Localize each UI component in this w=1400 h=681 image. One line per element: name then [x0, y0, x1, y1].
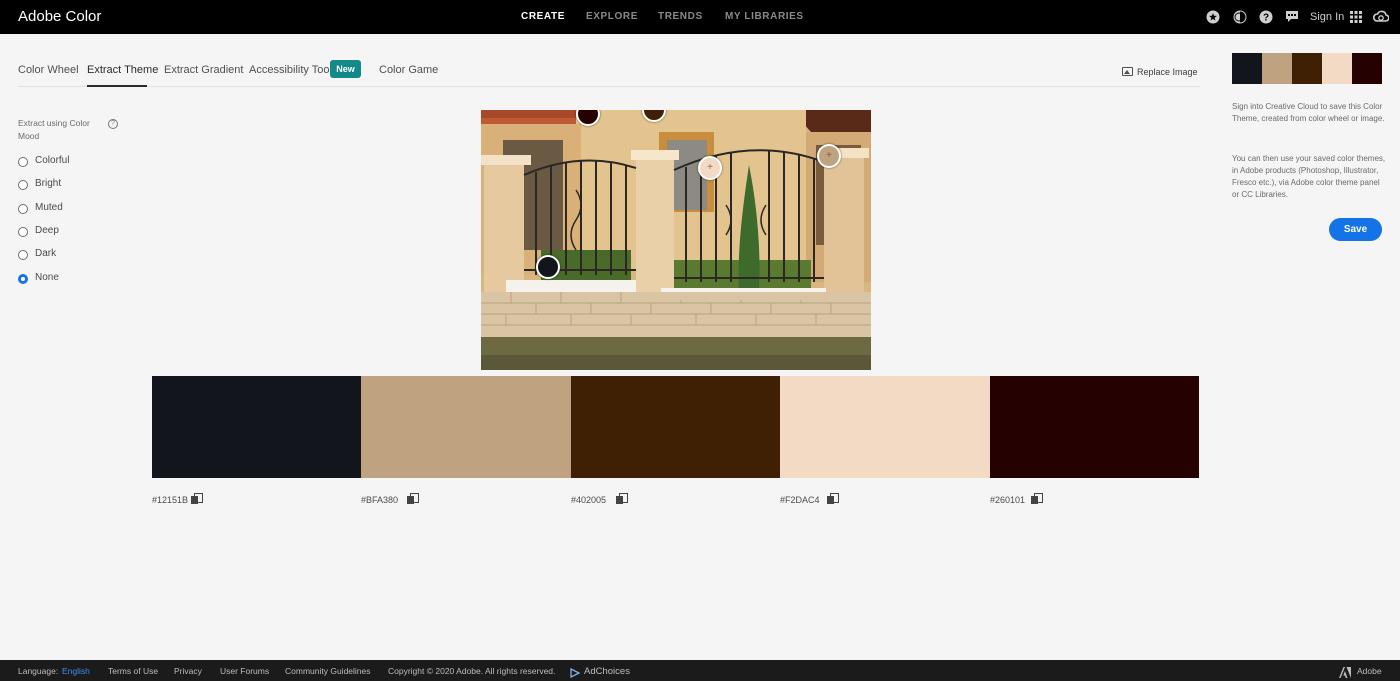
tab-accessibility-tools[interactable]: Accessibility Tools [249, 64, 337, 76]
radio-button[interactable] [18, 250, 28, 260]
mini-swatch [1232, 53, 1262, 84]
mini-swatch [1322, 53, 1352, 84]
copy-icon[interactable] [1031, 493, 1043, 504]
nav-my-libraries[interactable]: MY LIBRARIES [725, 11, 804, 22]
nav-explore[interactable]: EXPLORE [586, 11, 638, 22]
tab-extract-gradient[interactable]: Extract Gradient [164, 64, 243, 76]
mini-theme-preview [1232, 53, 1382, 84]
radio-button[interactable] [18, 157, 28, 167]
swatch-2[interactable] [361, 376, 571, 478]
mood-option-label: Deep [35, 225, 59, 236]
footer-terms-link[interactable]: Terms of Use [108, 666, 158, 676]
image-icon [1122, 67, 1133, 76]
language-selector[interactable]: English [62, 666, 90, 676]
star-icon[interactable] [1206, 10, 1220, 24]
mini-swatch [1352, 53, 1382, 84]
swatch-4[interactable] [780, 376, 990, 478]
sign-in-link[interactable]: Sign In [1310, 11, 1344, 23]
radio-button-selected[interactable] [18, 274, 28, 284]
copy-icon[interactable] [407, 493, 419, 504]
save-button[interactable]: Save [1329, 218, 1382, 241]
mood-option-label: Colorful [35, 155, 70, 166]
color-picker-handle[interactable] [817, 144, 841, 168]
adchoices-icon[interactable] [570, 665, 581, 679]
nav-trends[interactable]: TRENDS [658, 11, 703, 22]
copy-icon[interactable] [191, 493, 203, 504]
copyright-text: Copyright © 2020 Adobe. All rights reser… [388, 666, 556, 676]
mood-option-label: Muted [35, 202, 63, 213]
signin-info-text: Sign into Creative Cloud to save this Co… [1232, 102, 1385, 123]
footer-community-guidelines-link[interactable]: Community Guidelines [285, 666, 371, 676]
apps-grid-icon[interactable] [1349, 10, 1363, 24]
copy-icon[interactable] [616, 493, 628, 504]
source-image[interactable] [481, 110, 871, 370]
mini-swatch [1262, 53, 1292, 84]
tab-extract-theme[interactable]: Extract Theme [87, 64, 158, 76]
radio-button[interactable] [18, 180, 28, 190]
mood-option-label: Dark [35, 248, 57, 259]
tab-color-wheel[interactable]: Color Wheel [18, 64, 79, 76]
adobe-footer-label: Adobe [1357, 666, 1382, 676]
adchoices-link[interactable]: AdChoices [584, 666, 630, 677]
swatch-5[interactable] [990, 376, 1199, 478]
mini-swatch [1292, 53, 1322, 84]
libraries-info-text: You can then use your saved color themes… [1232, 154, 1386, 199]
tab-bar: Color Wheel Extract Theme Extract Gradie… [18, 60, 1200, 87]
nav-create[interactable]: CREATE [521, 11, 565, 22]
chat-icon[interactable] [1285, 10, 1299, 24]
copy-icon[interactable] [827, 493, 839, 504]
active-tab-indicator [87, 85, 147, 87]
mood-option-label: Bright [35, 178, 62, 189]
new-badge: New [330, 60, 361, 78]
tab-color-game[interactable]: Color Game [379, 64, 438, 76]
footer: Language: English Terms of Use Privacy U… [0, 660, 1400, 681]
hex-value[interactable]: #402005 [571, 495, 606, 505]
color-picker-handle[interactable] [698, 156, 722, 180]
language-label: Language: [18, 666, 59, 676]
swatch-1[interactable] [152, 376, 361, 478]
help-icon[interactable]: ? [108, 119, 118, 129]
swatch-3[interactable] [571, 376, 780, 478]
color-picker-handle[interactable] [536, 255, 560, 279]
footer-user-forums-link[interactable]: User Forums [220, 666, 269, 676]
theme-swatches [152, 376, 1199, 478]
house-fence-photo [481, 110, 871, 370]
radio-button[interactable] [18, 204, 28, 214]
mood-option-label: None [35, 272, 59, 283]
color-mood-title: Extract using Color Mood [18, 118, 90, 141]
top-bar: Adobe Color CREATE EXPLORE TRENDS MY LIB… [0, 0, 1400, 34]
contrast-icon[interactable] [1233, 10, 1247, 24]
main-nav: CREATE EXPLORE TRENDS MY LIBRARIES [0, 11, 1400, 25]
adobe-logo-icon [1339, 665, 1351, 678]
creative-cloud-icon[interactable] [1372, 10, 1390, 24]
hex-value[interactable]: #BFA380 [361, 495, 398, 505]
help-icon[interactable]: ? [1259, 10, 1273, 24]
hex-value[interactable]: #12151B [152, 495, 188, 505]
svg-text:?: ? [1263, 13, 1269, 24]
replace-image-label: Replace Image [1137, 67, 1198, 77]
footer-privacy-link[interactable]: Privacy [174, 666, 202, 676]
radio-button[interactable] [18, 227, 28, 237]
hex-value[interactable]: #F2DAC4 [780, 495, 820, 505]
hex-value[interactable]: #260101 [990, 495, 1025, 505]
replace-image-button[interactable]: Replace Image [1122, 67, 1198, 77]
